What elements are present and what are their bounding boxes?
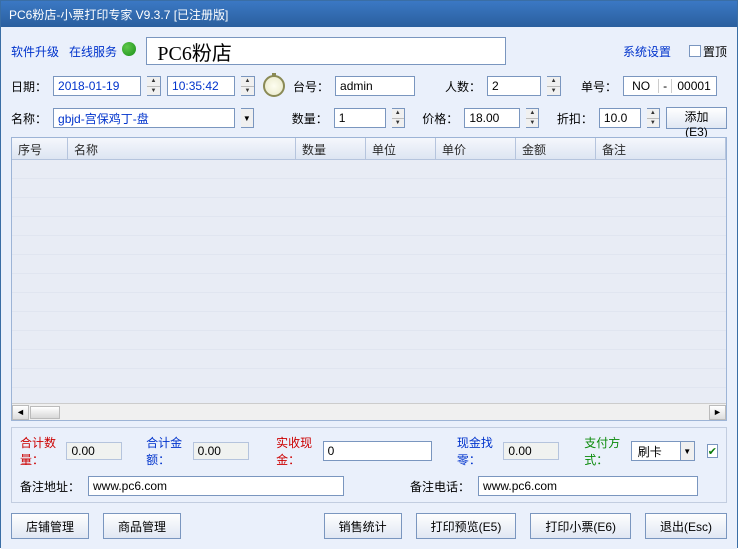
th-remark[interactable]: 备注 <box>596 138 726 159</box>
spin-down-icon[interactable]: ▼ <box>647 119 659 128</box>
app-window: PC6粉店-小票打印专家 V9.3.7 [已注册版] 软件升级 在线服务 PC6… <box>0 0 738 548</box>
summary-row-2: 备注地址： 备注电话： <box>20 476 718 496</box>
spin-down-icon[interactable]: ▼ <box>241 87 254 96</box>
spin-up-icon[interactable]: ▲ <box>547 77 560 87</box>
order-number: 00001 <box>672 79 716 93</box>
add-button[interactable]: 添加(E3) <box>666 107 727 129</box>
spin-up-icon[interactable]: ▲ <box>147 77 160 87</box>
top-link-row: 软件升级 在线服务 PC6粉店 系统设置 置顶 <box>11 35 727 67</box>
discount-label: 折扣： <box>557 110 593 127</box>
shop-manage-button[interactable]: 店铺管理 <box>11 513 89 539</box>
order-prefix: NO <box>624 79 658 93</box>
price-label: 价格： <box>422 110 458 127</box>
remark-addr-label: 备注地址： <box>20 478 80 495</box>
content-area: 软件升级 在线服务 PC6粉店 系统设置 置顶 日期： ▲▼ ▲▼ 台号： 人数… <box>1 27 737 549</box>
cash-received-label: 实收现金： <box>276 434 314 468</box>
chevron-down-icon[interactable]: ▼ <box>681 441 695 461</box>
change-label: 现金找零： <box>457 434 495 468</box>
order-label: 单号： <box>581 78 617 95</box>
shop-name-box[interactable]: PC6粉店 <box>146 37 506 65</box>
qty-label: 数量： <box>292 110 328 127</box>
discount-spinner[interactable]: ▲▼ <box>647 108 660 128</box>
checkbox-icon <box>689 45 701 57</box>
people-input[interactable] <box>487 76 541 96</box>
order-sep: - <box>658 79 672 93</box>
qty-input[interactable] <box>334 108 386 128</box>
titlebar[interactable]: PC6粉店-小票打印专家 V9.3.7 [已注册版] <box>1 1 737 27</box>
table-header: 序号 名称 数量 单位 单价 金额 备注 <box>12 138 726 160</box>
stopwatch-icon[interactable] <box>263 75 285 97</box>
online-service-link[interactable]: 在线服务 <box>69 42 136 60</box>
total-qty-label: 合计数量： <box>20 434 58 468</box>
summary-row-1: 合计数量： 0.00 合计金额： 0.00 实收现金： 现金找零： 0.00 支… <box>20 434 718 468</box>
remark-tel-input[interactable] <box>478 476 698 496</box>
upgrade-link[interactable]: 软件升级 <box>11 43 59 60</box>
spin-down-icon[interactable]: ▼ <box>147 87 160 96</box>
price-input[interactable] <box>464 108 520 128</box>
pay-method-label: 支付方式： <box>584 434 622 468</box>
summary-panel: 合计数量： 0.00 合计金额： 0.00 实收现金： 现金找零： 0.00 支… <box>11 427 727 503</box>
spin-up-icon[interactable]: ▲ <box>241 77 254 87</box>
product-name-input[interactable] <box>53 108 235 128</box>
order-table: 序号 名称 数量 单位 单价 金额 备注 ◄ ► <box>11 137 727 421</box>
qty-spinner[interactable]: ▲▼ <box>392 108 405 128</box>
sales-stats-button[interactable]: 销售统计 <box>324 513 402 539</box>
th-unit[interactable]: 单位 <box>366 138 436 159</box>
th-name[interactable]: 名称 <box>68 138 296 159</box>
change-value: 0.00 <box>503 442 559 460</box>
total-amt-label: 合计金额： <box>146 434 184 468</box>
date-spinner[interactable]: ▲▼ <box>147 76 161 96</box>
spin-up-icon[interactable]: ▲ <box>392 109 404 119</box>
name-label: 名称： <box>11 110 47 127</box>
bottom-button-bar: 店铺管理 商品管理 销售统计 打印预览(E5) 打印小票(E6) 退出(Esc) <box>11 509 727 541</box>
remark-addr-input[interactable] <box>88 476 344 496</box>
price-spinner[interactable]: ▲▼ <box>526 108 539 128</box>
desk-input[interactable] <box>335 76 415 96</box>
cash-received-input[interactable] <box>323 441 432 461</box>
print-receipt-button[interactable]: 打印小票(E6) <box>530 513 631 539</box>
exit-button[interactable]: 退出(Esc) <box>645 513 727 539</box>
spin-up-icon[interactable]: ▲ <box>526 109 538 119</box>
spin-down-icon[interactable]: ▼ <box>547 87 560 96</box>
confirm-checkbox[interactable]: ✔ <box>707 444 718 458</box>
goods-manage-button[interactable]: 商品管理 <box>103 513 181 539</box>
time-input[interactable] <box>167 76 235 96</box>
print-preview-button[interactable]: 打印预览(E5) <box>416 513 517 539</box>
time-spinner[interactable]: ▲▼ <box>241 76 255 96</box>
scroll-right-icon[interactable]: ► <box>709 405 726 420</box>
order-number-box: NO - 00001 <box>623 76 717 96</box>
date-label: 日期： <box>11 78 47 95</box>
scroll-left-icon[interactable]: ◄ <box>12 405 29 420</box>
discount-input[interactable] <box>599 108 641 128</box>
total-qty-value: 0.00 <box>66 442 122 460</box>
spin-up-icon[interactable]: ▲ <box>647 109 659 119</box>
th-amount[interactable]: 金额 <box>516 138 596 159</box>
product-dropdown-button[interactable]: ▼ <box>241 108 254 128</box>
date-input[interactable] <box>53 76 141 96</box>
th-seq[interactable]: 序号 <box>12 138 68 159</box>
name-row: 名称： ▼ 数量： ▲▼ 价格： ▲▼ 折扣： ▲▼ 添加(E3) <box>11 105 727 131</box>
people-spinner[interactable]: ▲▼ <box>547 76 561 96</box>
people-label: 人数： <box>445 78 481 95</box>
total-amt-value: 0.00 <box>193 442 249 460</box>
globe-icon <box>122 42 136 56</box>
date-row: 日期： ▲▼ ▲▼ 台号： 人数： ▲▼ 单号： NO - 00001 <box>11 73 727 99</box>
system-settings-link[interactable]: 系统设置 <box>623 43 671 60</box>
desk-label: 台号： <box>293 78 329 95</box>
horizontal-scrollbar[interactable]: ◄ ► <box>12 403 726 420</box>
scroll-thumb[interactable] <box>30 406 60 419</box>
spin-down-icon[interactable]: ▼ <box>526 119 538 128</box>
scroll-track[interactable] <box>29 405 709 420</box>
pay-method-select[interactable]: 刷卡 ▼ <box>631 441 695 461</box>
table-body[interactable] <box>12 160 726 403</box>
remark-tel-label: 备注电话： <box>410 478 470 495</box>
pin-top-toggle[interactable]: 置顶 <box>689 43 727 60</box>
th-price[interactable]: 单价 <box>436 138 516 159</box>
pay-method-value: 刷卡 <box>631 441 681 461</box>
spin-down-icon[interactable]: ▼ <box>392 119 404 128</box>
th-qty[interactable]: 数量 <box>296 138 366 159</box>
window-title: PC6粉店-小票打印专家 V9.3.7 [已注册版] <box>9 6 228 23</box>
